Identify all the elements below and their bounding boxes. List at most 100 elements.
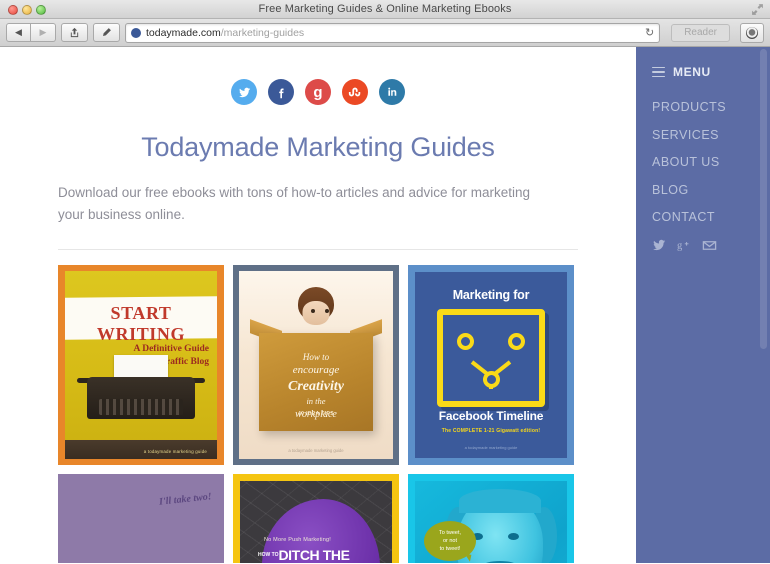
settings-button[interactable] xyxy=(740,22,764,43)
share-googleplus-button[interactable]: g xyxy=(305,79,331,105)
window-title: Free Marketing Guides & Online Marketing… xyxy=(258,3,512,15)
guide-card-facebook-timeline[interactable]: Marketing for Facebook Timeline The COMP… xyxy=(408,264,574,465)
page-scrollbar[interactable] xyxy=(760,49,767,349)
main-content: g Todaymade Marketing Guides Download ou… xyxy=(0,47,636,563)
network-node xyxy=(482,370,500,388)
guide-card-ditch-the-pitch[interactable]: No More Push Marketing! HOW TODITCH THE … xyxy=(233,473,399,563)
speech-bubble-text: To tweet, or not to tweet! xyxy=(424,529,476,554)
bubble-line3: to tweet! xyxy=(439,546,461,553)
page-title: Todaymade Marketing Guides xyxy=(141,132,495,162)
url-path: /marketing-guides xyxy=(220,26,305,39)
reload-button[interactable]: ↻ xyxy=(645,26,654,39)
page-viewport: g Todaymade Marketing Guides Download ou… xyxy=(0,47,770,563)
close-window-button[interactable] xyxy=(8,5,18,15)
address-bar[interactable]: todaymade.com/marketing-guides ↻ xyxy=(125,22,661,43)
guide-footer: a todaymade marketing guide xyxy=(288,447,344,453)
page-description: Download our free ebooks with tons of ho… xyxy=(58,185,530,223)
title-line2: encourage xyxy=(292,363,340,376)
navigation-buttons: ◀ ▶ xyxy=(6,23,56,42)
bubble-line1: To tweet, xyxy=(438,529,461,536)
google-plus-icon[interactable]: g xyxy=(677,238,691,252)
cover-art: How to encourage Creativity in the workp… xyxy=(239,270,393,459)
title-line3: Creativity xyxy=(288,378,344,394)
share-twitter-button[interactable] xyxy=(231,79,257,105)
fullscreen-icon[interactable] xyxy=(751,3,764,16)
guides-grid: START WRITING A Definitive Guide To A Hi… xyxy=(58,264,578,563)
menu-label: MENU xyxy=(673,65,711,79)
url-text: todaymade.com/marketing-guides xyxy=(146,27,304,39)
hamburger-icon xyxy=(652,66,665,78)
guide-kicker: No More Push Marketing! xyxy=(264,536,331,543)
back-button[interactable]: ◀ xyxy=(6,23,31,42)
social-share-row: g xyxy=(58,47,578,105)
cover-art: No More Push Marketing! HOW TODITCH THE … xyxy=(240,480,392,563)
sidebar-item-products[interactable]: PRODUCTS xyxy=(652,100,770,114)
twitter-icon xyxy=(238,87,250,97)
stumbleupon-icon xyxy=(348,87,361,97)
sidebar-item-about-us[interactable]: ABOUT US xyxy=(652,155,770,169)
browser-toolbar: ◀ ▶ todaymade.com/marketing-guides ↻ Rea… xyxy=(0,19,770,47)
share-button[interactable] xyxy=(61,23,88,42)
share-facebook-button[interactable] xyxy=(268,79,294,105)
forward-button[interactable]: ▶ xyxy=(31,23,56,42)
sidebar-item-contact[interactable]: CONTACT xyxy=(652,210,770,224)
typewriter-keys xyxy=(99,398,183,415)
bookmark-button[interactable] xyxy=(93,23,120,42)
share-linkedin-button[interactable] xyxy=(379,79,405,105)
shakespeare-forehead xyxy=(459,488,541,513)
bubble-line2: or not xyxy=(442,537,458,544)
gear-icon xyxy=(746,26,758,39)
guide-card-start-writing[interactable]: START WRITING A Definitive Guide To A Hi… xyxy=(58,264,224,465)
guide-card-to-tweet-or-not[interactable]: To tweet, or not to tweet! xyxy=(408,473,574,563)
shakespeare-eye-right xyxy=(508,532,519,540)
guide-title-bottom: Facebook Timeline xyxy=(438,408,544,423)
guide-card-ill-take-two[interactable]: I'll take two! xyxy=(58,473,224,563)
browser-titlebar: Free Marketing Guides & Online Marketing… xyxy=(0,0,770,19)
guide-footer: a todaymade marketing guide xyxy=(464,444,518,450)
sidebar-social-row: g xyxy=(652,238,770,253)
title-line1: How to xyxy=(302,351,330,362)
content-divider xyxy=(58,248,578,250)
facebook-icon xyxy=(278,87,284,98)
sidebar-item-blog[interactable]: BLOG xyxy=(652,183,770,197)
cover-art: Marketing for Facebook Timeline The COMP… xyxy=(415,271,567,458)
minimize-window-button[interactable] xyxy=(22,5,32,15)
network-node xyxy=(457,332,474,350)
share-icon xyxy=(70,27,79,38)
url-domain: todaymade.com xyxy=(146,26,221,39)
guide-subtitle: The COMPLETE 1-21 Gigawatt edition! xyxy=(441,427,541,434)
guide-footer: a todaymade marketing guide xyxy=(143,448,207,454)
network-frame xyxy=(437,308,545,407)
person-eye-right xyxy=(325,308,329,313)
svg-text:g: g xyxy=(677,241,683,252)
zoom-window-button[interactable] xyxy=(36,5,46,15)
twitter-icon[interactable] xyxy=(652,238,666,252)
guide-title: START WRITING xyxy=(96,302,186,344)
menu-toggle[interactable]: MENU xyxy=(652,65,770,79)
person-face xyxy=(302,300,330,325)
typewriter-illustration xyxy=(77,354,205,437)
cover-art: To tweet, or not to tweet! xyxy=(415,480,567,563)
reader-button[interactable]: Reader xyxy=(671,23,730,42)
email-icon[interactable] xyxy=(702,238,717,253)
browser-window: Free Marketing Guides & Online Marketing… xyxy=(0,0,770,564)
guide-quote: I'll take two! xyxy=(158,490,213,508)
guide-title-top: Marketing for xyxy=(452,287,530,302)
linkedin-icon xyxy=(388,87,397,96)
sidebar-item-services[interactable]: SERVICES xyxy=(652,128,770,142)
guide-badge: 40 IDEA TIPS xyxy=(297,410,334,417)
google-plus-glyph: g xyxy=(313,83,323,101)
bookmark-icon xyxy=(103,28,111,36)
share-stumbleupon-button[interactable] xyxy=(342,79,368,105)
guide-prefix: HOW TO xyxy=(258,551,279,558)
person-eye-left xyxy=(311,308,315,313)
traffic-light-buttons[interactable] xyxy=(8,5,46,15)
site-favicon xyxy=(131,27,141,38)
guide-title: HOW TODITCH THE PITCH xyxy=(258,547,382,563)
network-node xyxy=(508,332,525,350)
guide-card-encourage-creativity[interactable]: How to encourage Creativity in the workp… xyxy=(233,264,399,465)
cover-art: START WRITING A Definitive Guide To A Hi… xyxy=(65,270,217,459)
sidebar-navigation: MENU PRODUCTS SERVICES ABOUT US BLOG CON… xyxy=(636,47,770,563)
title-line4: in the xyxy=(306,396,326,407)
cardboard-box: How to encourage Creativity in the workp… xyxy=(259,332,373,431)
